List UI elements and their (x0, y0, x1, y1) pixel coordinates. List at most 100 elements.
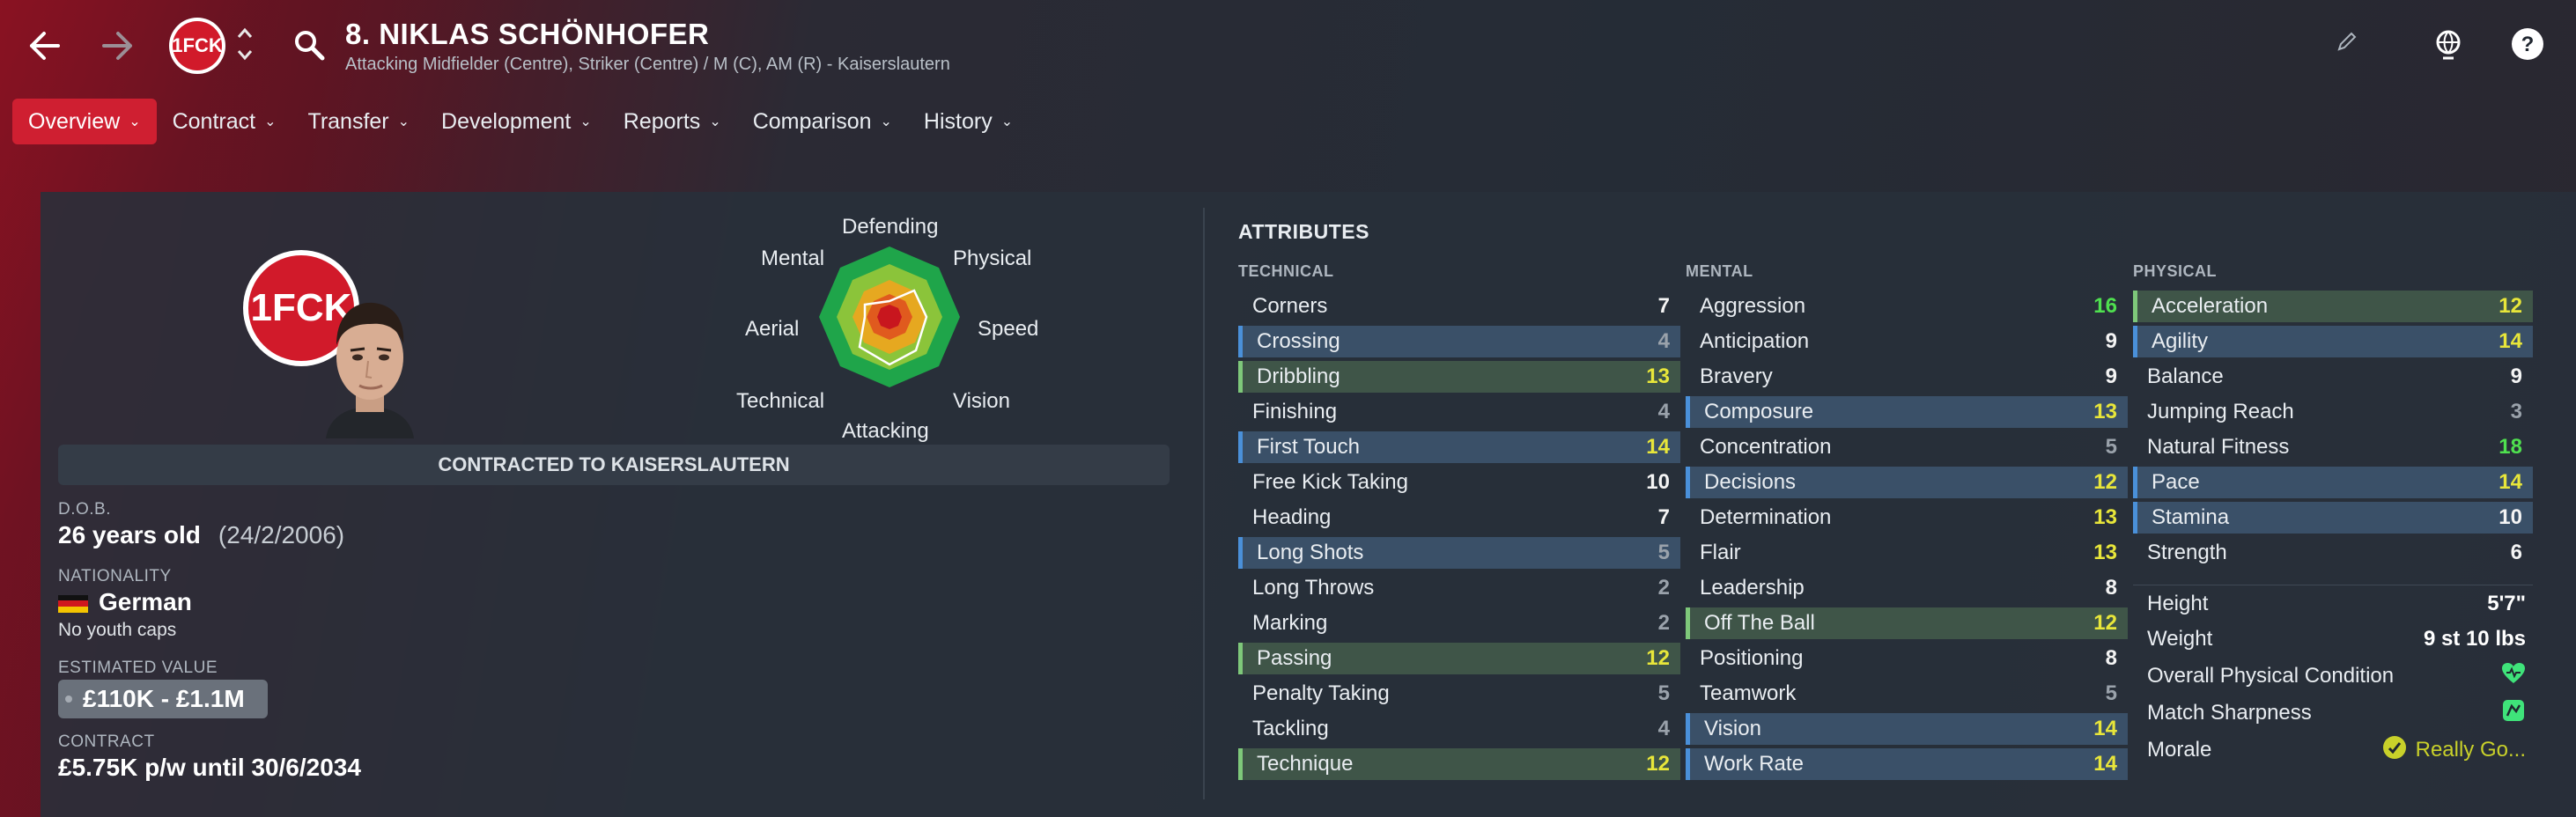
chevron-down-icon: ⌄ (579, 114, 592, 129)
attr-row[interactable]: Passing 12 (1238, 643, 1680, 674)
attr-row[interactable]: Flair 13 (1686, 537, 2128, 569)
dob-label: D.O.B. (58, 500, 112, 519)
attr-name: Leadership (1700, 576, 1805, 600)
attr-row[interactable]: Positioning 8 (1686, 643, 2128, 674)
panel-divider (1203, 208, 1205, 799)
attr-row[interactable]: Work Rate 14 (1686, 748, 2128, 780)
sharpness-row[interactable]: Match Sharpness (2133, 696, 2533, 731)
radar-label-defending: Defending (842, 215, 939, 239)
height-row: Height 5'7" (2133, 586, 2533, 622)
tab-label: History (923, 108, 993, 134)
heart-icon (2501, 662, 2526, 691)
attr-row[interactable]: Dribbling 13 (1238, 361, 1680, 393)
attr-value: 4 (1657, 400, 1670, 423)
attr-value: 5 (1657, 681, 1670, 705)
attr-name: Flair (1700, 541, 1741, 564)
attr-row[interactable]: Acceleration 12 (2133, 291, 2533, 322)
attr-value: 2 (1657, 576, 1670, 600)
estimated-value-pill[interactable]: £110K - £1.1M (58, 680, 268, 718)
contract-value[interactable]: £5.75K p/w until 30/6/2034 (58, 754, 361, 782)
morale-row[interactable]: Morale Really Go... (2133, 732, 2533, 768)
attr-row[interactable]: Corners 7 (1238, 291, 1680, 322)
morale-label: Morale (2147, 738, 2212, 762)
attr-row[interactable]: Technique 12 (1238, 748, 1680, 780)
attr-row[interactable]: Teamwork 5 (1686, 678, 2128, 710)
nationality-value[interactable]: German (58, 588, 192, 616)
forward-arrow-icon[interactable] (92, 19, 144, 72)
tab-history[interactable]: History ⌄ (908, 99, 1029, 144)
attr-value: 13 (2093, 400, 2117, 423)
search-icon[interactable] (292, 28, 328, 68)
attr-row[interactable]: Determination 13 (1686, 502, 2128, 534)
attr-name: Heading (1252, 505, 1332, 529)
tab-contract[interactable]: Contract ⌄ (157, 99, 292, 144)
attr-row[interactable]: Marking 2 (1238, 607, 1680, 639)
radar-label-physical: Physical (953, 247, 1032, 270)
attr-row[interactable]: Anticipation 9 (1686, 326, 2128, 357)
tab-overview[interactable]: Overview ⌄ (12, 99, 157, 144)
attr-row[interactable]: Strength 6 (2133, 537, 2533, 569)
contract-status-banner: CONTRACTED TO KAISERSLAUTERN (58, 445, 1170, 485)
attr-value: 14 (2093, 717, 2117, 740)
attr-row[interactable]: Off The Ball 12 (1686, 607, 2128, 639)
attr-row[interactable]: Natural Fitness 18 (2133, 431, 2533, 463)
tab-label: Overview (28, 108, 121, 134)
attr-row[interactable]: Agility 14 (2133, 326, 2533, 357)
attr-row[interactable]: Aggression 16 (1686, 291, 2128, 322)
attr-name: Tackling (1252, 717, 1329, 740)
attr-value: 5 (1657, 541, 1670, 564)
attr-row[interactable]: Free Kick Taking 10 (1238, 467, 1680, 498)
condition-row[interactable]: Overall Physical Condition (2133, 659, 2533, 694)
attr-row[interactable]: Vision 14 (1686, 713, 2128, 745)
top-bar: 1FCK 8. NIKLAS SCHÖNHOFER Attacking Midf… (0, 0, 2576, 92)
chevron-down-icon: ⌄ (709, 114, 721, 129)
tab-transfer[interactable]: Transfer ⌄ (292, 99, 425, 144)
attr-row[interactable]: Crossing 4 (1238, 326, 1680, 357)
radar-label-technical: Technical (736, 389, 825, 413)
attr-row[interactable]: Finishing 4 (1238, 396, 1680, 428)
attr-name: Bravery (1700, 364, 1773, 388)
tab-development[interactable]: Development ⌄ (425, 99, 608, 144)
tab-comparison[interactable]: Comparison ⌄ (737, 99, 908, 144)
tab-bar: Overview ⌄ Contract ⌄ Transfer ⌄ Developmen… (12, 99, 1029, 146)
attr-row[interactable]: Concentration 5 (1686, 431, 2128, 463)
radar-label-attacking: Attacking (842, 419, 929, 443)
back-arrow-icon[interactable] (18, 19, 70, 72)
chevron-down-icon: ⌄ (880, 114, 892, 129)
attr-name: Strength (2147, 541, 2227, 564)
attr-row[interactable]: Penalty Taking 5 (1238, 678, 1680, 710)
attr-row[interactable]: First Touch 14 (1238, 431, 1680, 463)
tab-reports[interactable]: Reports ⌄ (608, 99, 737, 144)
attr-row[interactable]: Long Throws 2 (1238, 572, 1680, 604)
attr-row[interactable]: Heading 7 (1238, 502, 1680, 534)
dob-value: 26 years old (24/2/2006) (58, 521, 344, 549)
edit-icon[interactable] (2334, 28, 2360, 59)
attribute-radar: Defending Physical Speed Vision Attackin… (722, 210, 1039, 443)
player-switch-icon[interactable] (236, 25, 254, 68)
attr-row[interactable]: Tackling 4 (1238, 713, 1680, 745)
height-label: Height (2147, 592, 2209, 615)
attr-row[interactable]: Long Shots 5 (1238, 537, 1680, 569)
player-portrait (317, 291, 423, 438)
attr-row[interactable]: Leadership 8 (1686, 572, 2128, 604)
attr-value: 14 (2498, 329, 2522, 353)
attr-value: 16 (2093, 294, 2117, 318)
attr-name: Pace (2152, 470, 2200, 494)
attributes-title: ATTRIBUTES (1238, 220, 1369, 243)
help-icon[interactable]: ? (2510, 26, 2545, 66)
club-badge-icon[interactable]: 1FCK (169, 18, 225, 74)
globe-icon[interactable] (2431, 26, 2466, 66)
attr-row[interactable]: Pace 14 (2133, 467, 2533, 498)
attr-row[interactable]: Balance 9 (2133, 361, 2533, 393)
attr-row[interactable]: Decisions 12 (1686, 467, 2128, 498)
value-tag-icon (65, 696, 72, 703)
attr-row[interactable]: Jumping Reach 3 (2133, 396, 2533, 428)
attr-row[interactable]: Stamina 10 (2133, 502, 2533, 534)
attr-value: 12 (2498, 294, 2522, 318)
tab-label: Development (441, 108, 572, 134)
attr-value: 3 (2510, 400, 2522, 423)
attr-value: 13 (1646, 364, 1670, 388)
attr-value: 13 (2093, 541, 2117, 564)
attr-row[interactable]: Composure 13 (1686, 396, 2128, 428)
attr-row[interactable]: Bravery 9 (1686, 361, 2128, 393)
